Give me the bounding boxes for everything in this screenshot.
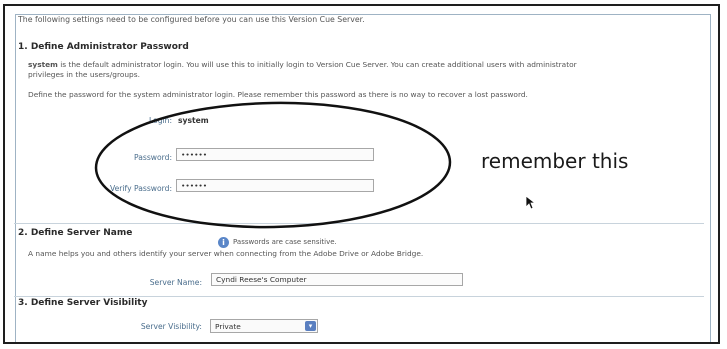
annotation-text: remember this — [481, 149, 629, 173]
hand-drawn-ellipse — [94, 101, 452, 229]
mouse-cursor-icon — [525, 195, 537, 210]
